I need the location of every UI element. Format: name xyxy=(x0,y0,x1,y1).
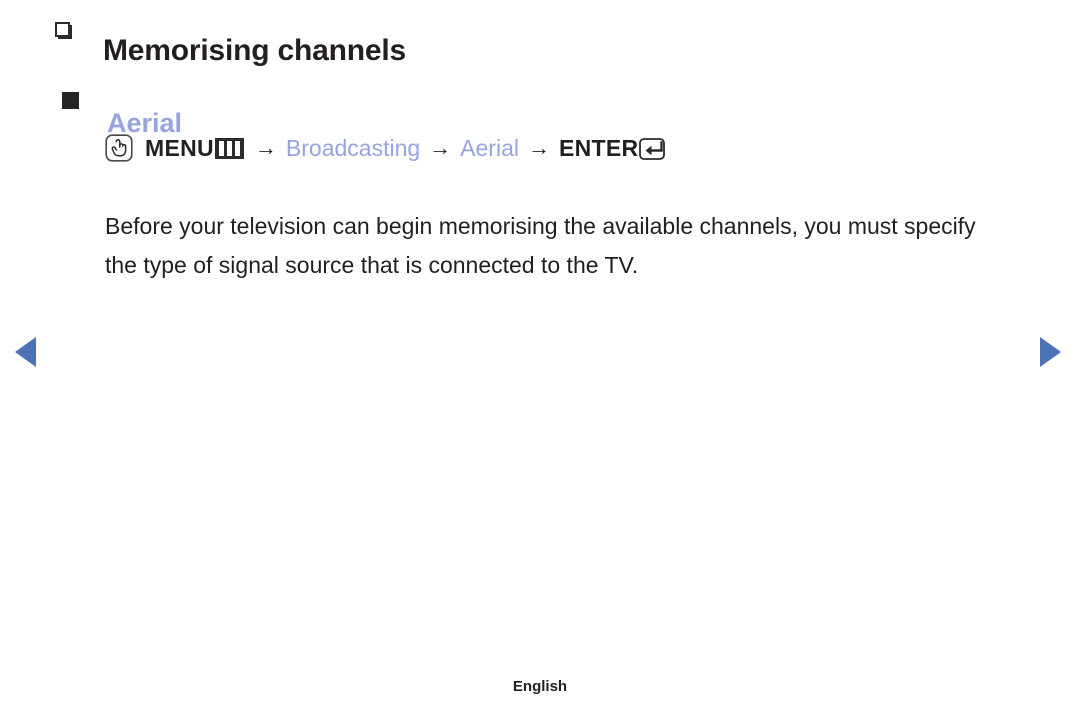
path-separator-3: → xyxy=(527,135,550,160)
page-title: Memorising channels xyxy=(103,34,406,68)
menu-path-step-aerial[interactable]: Aerial xyxy=(460,133,519,163)
hand-press-icon xyxy=(105,134,133,162)
footer-language-label: English xyxy=(512,678,568,695)
solid-square-bullet-icon xyxy=(62,92,79,109)
body-paragraph: Before your television can begin memoris… xyxy=(105,213,976,278)
page-title-row: Memorising channels xyxy=(55,12,406,90)
path-separator-2: → xyxy=(429,135,452,160)
path-separator-1: → xyxy=(254,135,277,160)
enter-return-icon xyxy=(639,137,669,160)
next-page-arrow[interactable] xyxy=(1040,337,1061,367)
hollow-square-bullet-icon xyxy=(55,22,72,39)
menu-bars-icon xyxy=(214,137,244,159)
previous-page-arrow[interactable] xyxy=(15,337,36,367)
menu-path: MENU → Broadcasting → Aerial → ENTER xyxy=(105,133,669,163)
menu-button-label: MENU xyxy=(145,135,214,161)
menu-path-step-broadcasting[interactable]: Broadcasting xyxy=(286,133,420,163)
enter-button-label: ENTER xyxy=(558,135,639,161)
